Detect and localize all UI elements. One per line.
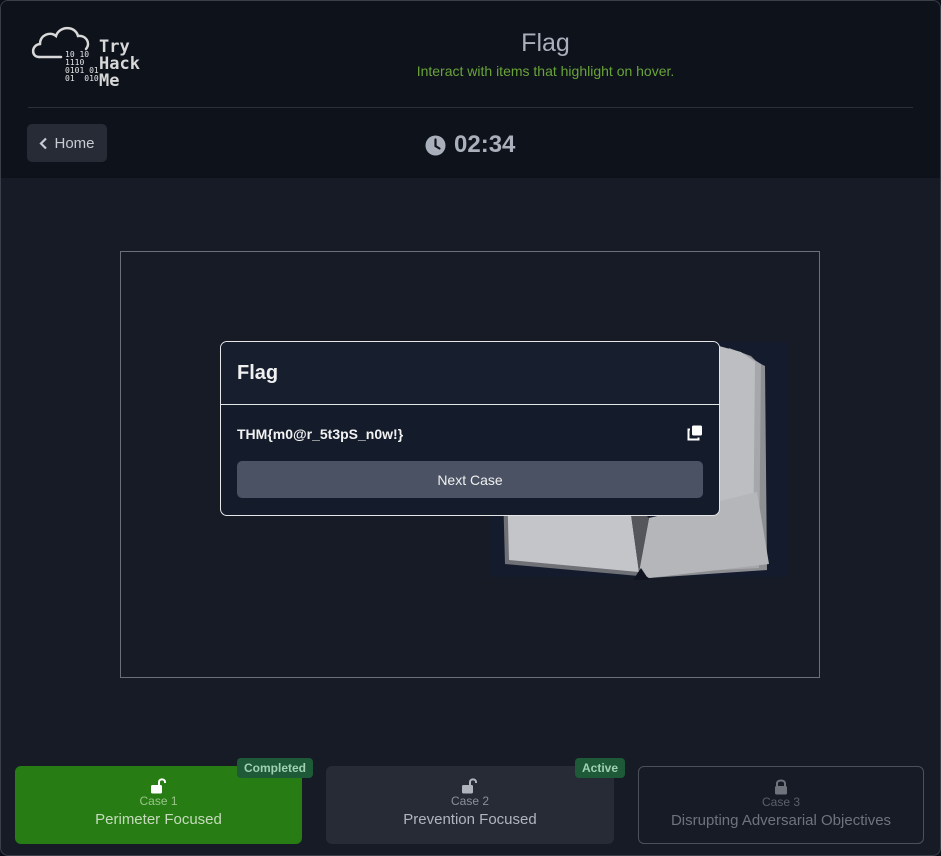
case-card-2[interactable]: Case 2 Prevention Focused <box>326 766 614 844</box>
flag-value: THM{m0@r_5t3pS_n0w!} <box>237 426 404 442</box>
completed-badge: Completed <box>237 758 314 778</box>
page-subtitle: Interact with items that highlight on ho… <box>416 63 675 79</box>
copy-icon[interactable] <box>687 425 703 441</box>
modal-title: Flag <box>221 342 719 405</box>
timer-value: 02:34 <box>454 131 516 158</box>
page-title: Flag <box>521 29 570 57</box>
timer: 02:34 <box>425 131 515 159</box>
home-button[interactable]: Home <box>27 124 107 162</box>
case-name: Prevention Focused <box>403 811 537 828</box>
next-case-button[interactable]: Next Case <box>237 461 703 498</box>
unlock-icon <box>150 778 166 794</box>
case-number: Case 3 <box>761 795 801 809</box>
lock-icon <box>775 779 787 795</box>
active-badge: Active <box>575 758 626 778</box>
app-window: 10 10 1110 0101 01 01 010 Try Hack Me Fl… <box>0 0 941 856</box>
header-divider <box>28 107 913 108</box>
case-number: Case 1 <box>139 794 178 808</box>
chevron-left-icon <box>39 137 48 149</box>
unlock-icon <box>462 778 477 794</box>
clock-icon <box>425 135 446 155</box>
case-card-3[interactable]: Case 3 Disrupting Adversarial Objectives <box>638 766 924 844</box>
home-button-label: Home <box>54 134 95 152</box>
header: 10 10 1110 0101 01 01 010 Try Hack Me Fl… <box>1 1 940 178</box>
case-name: Perimeter Focused <box>95 811 222 828</box>
case-name: Disrupting Adversarial Objectives <box>670 812 892 829</box>
case-number: Case 2 <box>450 794 490 808</box>
flag-modal: Flag THM{m0@r_5t3pS_n0w!} Next Case <box>220 341 720 516</box>
